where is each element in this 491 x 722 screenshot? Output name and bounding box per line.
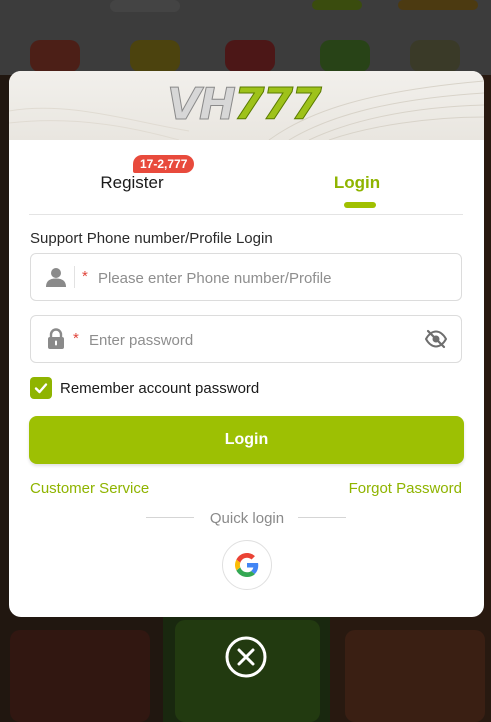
login-modal: VH777 Register 17-2,777 Login Support Ph… — [9, 71, 484, 617]
google-login-button[interactable] — [222, 540, 272, 590]
register-bonus-badge: 17-2,777 — [133, 155, 195, 173]
login-button[interactable]: Login — [29, 416, 464, 464]
checkmark-icon — [34, 383, 48, 394]
google-icon — [235, 553, 259, 577]
quick-login-label: Quick login — [209, 510, 285, 527]
tab-login[interactable]: Login — [251, 140, 463, 214]
divider-line — [146, 517, 194, 518]
brand-logo-digits: 777 — [233, 79, 322, 130]
divider-line — [298, 517, 346, 518]
brand-banner: VH777 — [9, 71, 484, 140]
brand-logo: VH777 — [167, 79, 323, 130]
lock-icon — [48, 328, 64, 349]
tab-register-label: Register — [100, 173, 164, 192]
password-field[interactable]: * — [30, 315, 462, 363]
required-mark: * — [73, 330, 79, 347]
phone-field[interactable]: * — [30, 253, 462, 301]
active-tab-indicator — [344, 202, 376, 208]
close-icon[interactable] — [225, 636, 267, 678]
customer-service-link[interactable]: Customer Service — [30, 480, 149, 497]
password-input[interactable] — [87, 326, 421, 354]
eye-off-icon[interactable] — [425, 329, 447, 349]
remember-password-checkbox[interactable] — [30, 377, 52, 399]
tab-login-label: Login — [333, 173, 381, 192]
field-divider — [74, 266, 75, 288]
brand-logo-letters: VH — [167, 79, 237, 130]
required-mark: * — [82, 268, 88, 285]
phone-input[interactable] — [96, 264, 450, 292]
auth-tabs: Register 17-2,777 Login — [29, 140, 463, 215]
tab-register[interactable]: Register 17-2,777 — [29, 140, 239, 214]
remember-password-label: Remember account password — [60, 380, 260, 397]
forgot-password-link[interactable]: Forgot Password — [349, 480, 462, 497]
user-icon — [46, 268, 66, 287]
form-title: Support Phone number/Profile Login — [30, 230, 273, 247]
